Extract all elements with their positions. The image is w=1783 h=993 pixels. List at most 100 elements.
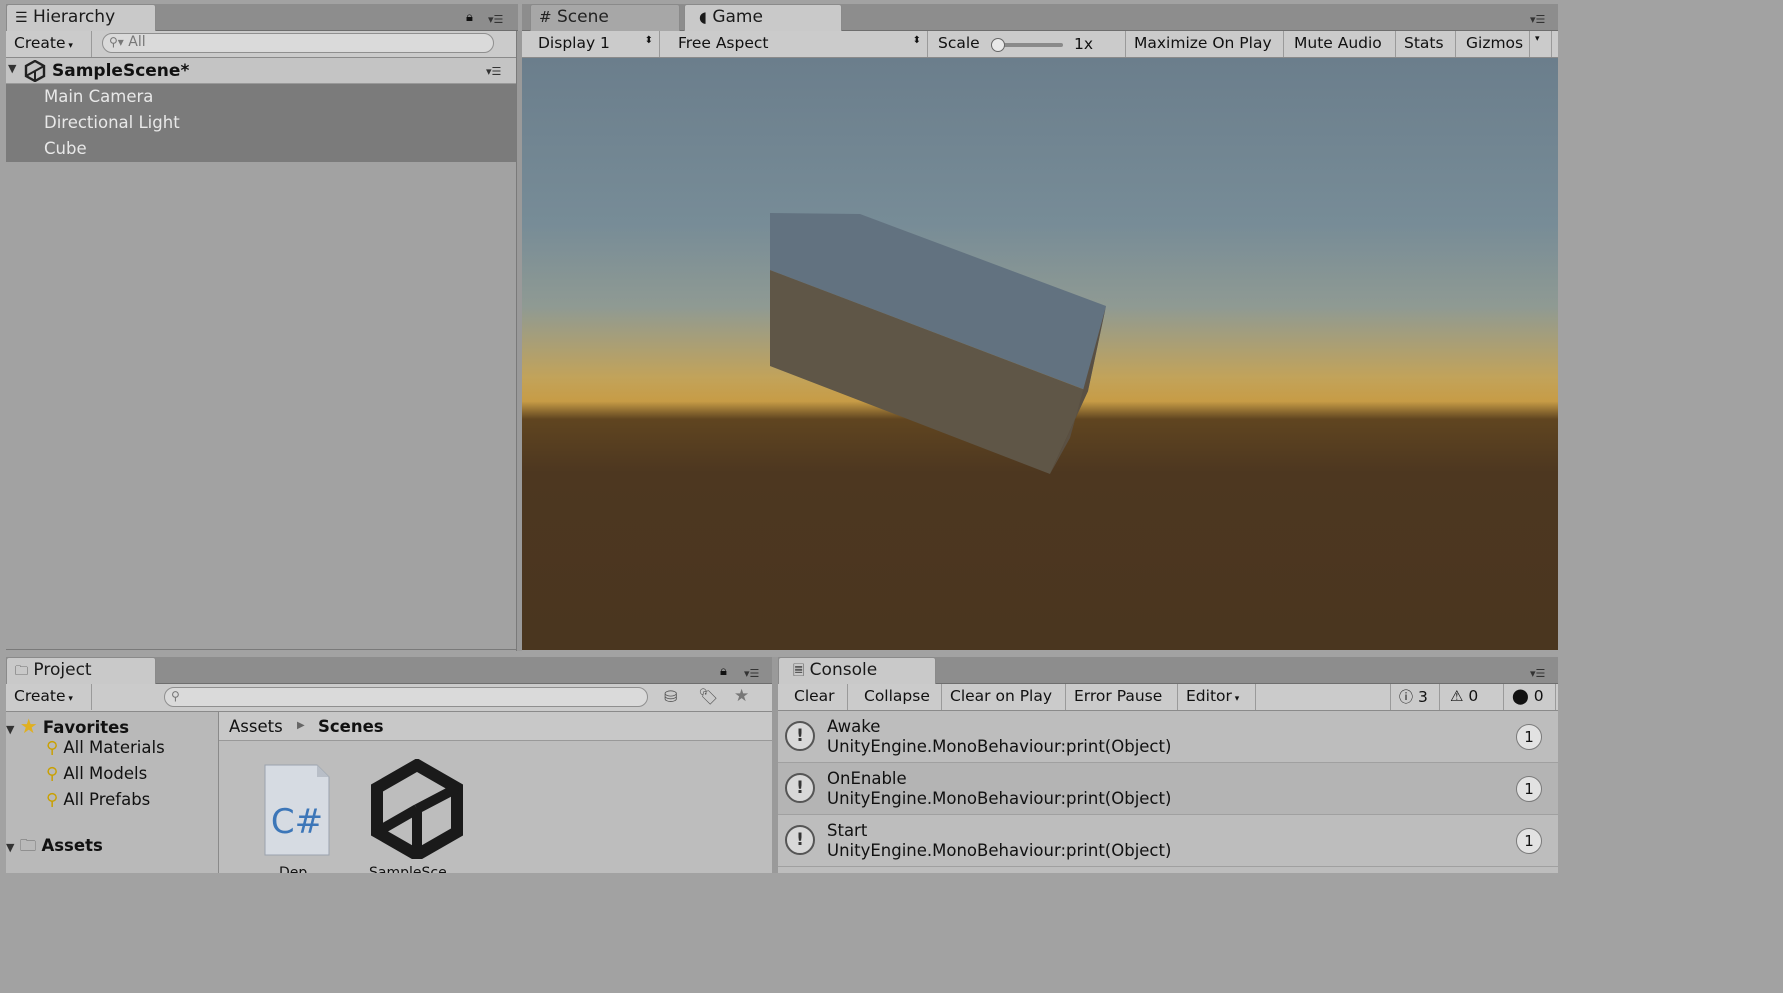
warning-icon: ⚠	[1450, 687, 1464, 705]
tab-hierarchy[interactable]: ☰ Hierarchy	[6, 4, 156, 31]
log-count-badge: 1	[1516, 776, 1542, 802]
csharp-script-icon: C#	[264, 764, 330, 856]
log-entry[interactable]: ! OnEnable UnityEngine.MonoBehaviour:pri…	[778, 763, 1558, 815]
lock-icon[interactable]: 🔒︎	[466, 10, 473, 25]
gizmos-dropdown[interactable]: ▾	[1530, 31, 1552, 57]
console-icon: 🗏	[793, 663, 805, 679]
console-log-list: ! Awake UnityEngine.MonoBehaviour:print(…	[778, 711, 1558, 873]
hierarchy-create-button[interactable]: Create ▾	[6, 31, 92, 57]
error-filter-toggle[interactable]: ⬤ 0	[1504, 684, 1556, 710]
log-entry-title: Start	[827, 821, 868, 840]
error-pause-toggle[interactable]: Error Pause	[1066, 684, 1178, 710]
asset-file-label: Dep	[279, 865, 308, 873]
scale-slider-thumb[interactable]	[991, 38, 1005, 52]
hierarchy-selection: Main Camera Directional Light Cube	[6, 84, 516, 162]
asset-file[interactable]: C# Dep	[263, 763, 331, 873]
favorite-star-icon[interactable]: ★	[734, 686, 749, 706]
asset-grid: C# Dep SampleSce	[219, 741, 772, 873]
star-icon: ★	[19, 714, 38, 738]
log-entry-detail: UnityEngine.MonoBehaviour:print(Object)	[827, 789, 1172, 808]
grid-icon: #	[539, 8, 552, 26]
log-entry[interactable]: ! Start UnityEngine.MonoBehaviour:print(…	[778, 815, 1558, 867]
info-count: 3	[1417, 688, 1428, 706]
svg-text:C#: C#	[271, 802, 323, 842]
editor-dropdown[interactable]: Editor ▾	[1178, 684, 1256, 710]
folder-icon: 🗀	[19, 836, 37, 855]
search-filter-icon: ⚲	[46, 738, 59, 757]
log-entry-detail: UnityEngine.MonoBehaviour:print(Object)	[827, 737, 1172, 756]
clear-button[interactable]: Clear	[786, 684, 848, 710]
tab-scene[interactable]: # Scene	[530, 4, 680, 31]
hierarchy-tab-label: Hierarchy	[32, 7, 116, 27]
project-create-button[interactable]: Create ▾	[6, 684, 92, 710]
project-menu-icon[interactable]: ▾☰	[744, 667, 759, 680]
display-select[interactable]: Display 1 ⬍	[530, 31, 660, 57]
tab-project[interactable]: 🗀 Project	[6, 657, 156, 684]
hierarchy-item-main-camera[interactable]: Main Camera	[6, 84, 516, 110]
info-filter-toggle[interactable]: ⓘ 3	[1390, 684, 1440, 710]
warning-count: 0	[1468, 687, 1479, 705]
tab-game[interactable]: ◖ Game	[684, 4, 842, 31]
filter-by-type-icon[interactable]: ⛁	[664, 687, 677, 706]
log-entry[interactable]: ! Awake UnityEngine.MonoBehaviour:print(…	[778, 711, 1558, 763]
folder-icon: 🗀	[15, 664, 29, 679]
panel-menu-icon[interactable]: ▾☰	[488, 13, 503, 26]
scene-row[interactable]: ▼ SampleScene* ▾☰	[6, 58, 518, 84]
project-search-icon: ⚲	[171, 689, 180, 703]
project-search-input[interactable]: ⚲	[164, 687, 648, 707]
scale-value: 1x	[1074, 35, 1094, 53]
info-icon: !	[785, 773, 815, 803]
console-tab-label: Console	[809, 660, 878, 680]
pacman-icon: ◖	[699, 8, 707, 26]
breadcrumb-current[interactable]: Scenes	[318, 717, 384, 736]
breadcrumb: Assets ▶ Scenes	[219, 712, 772, 741]
game-view[interactable]	[522, 58, 1558, 650]
game-toolbar: Display 1 ⬍ Free Aspect ⬍ Scale 1x Maximiz…	[522, 31, 1558, 58]
warning-filter-toggle[interactable]: ⚠ 0	[1442, 684, 1504, 710]
favorite-item[interactable]: ⚲ All Prefabs	[6, 790, 218, 816]
hierarchy-toolbar: Create ▾ ⚲▾ All	[6, 31, 518, 58]
gizmos-toggle[interactable]: Gizmos	[1458, 31, 1530, 57]
assets-row[interactable]: ▼ 🗀 Assets	[6, 834, 218, 860]
cube-render	[770, 213, 1106, 474]
info-icon: !	[785, 825, 815, 855]
tab-console[interactable]: 🗏 Console	[778, 657, 936, 684]
info-icon: !	[785, 721, 815, 751]
expand-arrow-icon[interactable]: ▼	[6, 841, 14, 854]
console-menu-icon[interactable]: ▾☰	[1530, 667, 1545, 680]
hierarchy-item-cube[interactable]: Cube	[6, 136, 516, 162]
favorite-item[interactable]: ⚲ All Models	[6, 764, 218, 790]
favorites-row[interactable]: ▼ ★ Favorites	[6, 712, 218, 738]
filter-by-label-icon[interactable]: 🏷︎	[698, 687, 718, 706]
maximize-on-play-toggle[interactable]: Maximize On Play	[1126, 31, 1284, 57]
expand-arrow-icon[interactable]: ▼	[6, 723, 14, 736]
mute-audio-toggle[interactable]: Mute Audio	[1286, 31, 1396, 57]
log-entry-title: OnEnable	[827, 769, 907, 788]
aspect-select[interactable]: Free Aspect ⬍	[670, 31, 928, 57]
error-icon: ⬤	[1512, 687, 1529, 705]
asset-file[interactable]: SampleSce	[367, 758, 467, 873]
expand-arrow-icon[interactable]: ▼	[8, 62, 16, 75]
favorite-item[interactable]: ⚲ All Materials	[6, 738, 218, 764]
scale-label: Scale	[938, 34, 980, 52]
stats-toggle[interactable]: Stats	[1396, 31, 1456, 57]
project-tab-label: Project	[33, 660, 92, 680]
clear-on-play-toggle[interactable]: Clear on Play	[942, 684, 1066, 710]
search-icon: ⚲▾	[109, 35, 124, 49]
scene-menu-icon[interactable]: ▾☰	[486, 65, 501, 78]
view-menu-icon[interactable]: ▾☰	[1530, 13, 1545, 26]
project-lock-icon[interactable]: 🔒︎	[720, 664, 727, 679]
hierarchy-list-icon: ☰	[15, 10, 28, 26]
log-entry-detail: UnityEngine.MonoBehaviour:print(Object)	[827, 841, 1172, 860]
collapse-toggle[interactable]: Collapse	[856, 684, 942, 710]
search-filter-icon: ⚲	[46, 790, 59, 809]
console-toolbar: Clear Collapse Clear on Play Error Pause…	[778, 684, 1558, 711]
hierarchy-item-directional-light[interactable]: Directional Light	[6, 110, 516, 136]
asset-file-label: SampleSce	[369, 865, 447, 873]
scale-slider-track[interactable]	[997, 43, 1063, 47]
breadcrumb-root[interactable]: Assets	[229, 717, 283, 736]
unity-scene-icon	[371, 758, 463, 862]
favorites-label: Favorites	[42, 718, 130, 737]
hierarchy-search-input[interactable]: ⚲▾ All	[102, 33, 494, 53]
search-filter-icon: ⚲	[46, 764, 59, 783]
